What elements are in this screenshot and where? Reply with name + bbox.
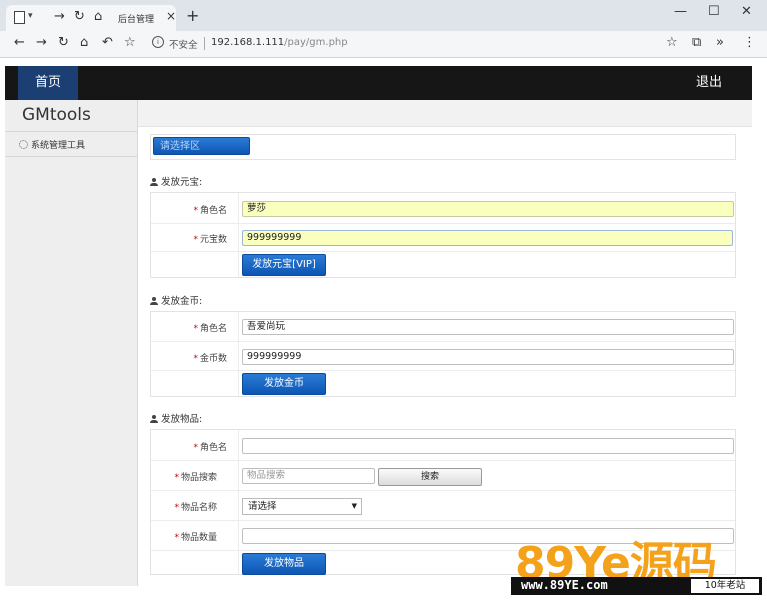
row-divider <box>151 223 735 224</box>
star-icon[interactable]: ☆ <box>124 35 136 50</box>
browser-window: ▾ → ↻ ⌂ 后台管理 × + — ☐ ✕ ← → ↻ ⌂ ↶ ☆ i 不安全… <box>0 0 767 600</box>
watermark-url: www.89YE.com <box>521 578 608 592</box>
content-header <box>138 100 752 127</box>
address-toolbar: ← → ↻ ⌂ ↶ ☆ i 不安全 192.168.1.111/pay/gm.p… <box>0 31 767 58</box>
user-icon <box>150 415 158 423</box>
column-divider <box>238 312 239 396</box>
gear-icon <box>19 140 28 149</box>
chevron-down-icon: ▼ <box>351 502 357 510</box>
column-divider <box>238 430 239 574</box>
brand-logo: GMtools <box>22 105 91 125</box>
crop-icon[interactable]: ⧉ <box>692 35 701 50</box>
items-qty-label: * 物品数量 <box>174 533 217 543</box>
user-icon <box>150 297 158 305</box>
row-divider <box>151 520 735 521</box>
gold-form: * 角色名 吾爱尚玩 * 金币数 999999999 发放金币 <box>150 311 736 397</box>
items-search-button[interactable]: 搜索 <box>378 468 482 486</box>
nav-home[interactable]: 首页 <box>18 66 78 100</box>
server-select-box: 请选择区 <box>150 134 736 160</box>
yuanbao-form: * 角色名 萝莎 * 元宝数 999999999 发放元宝[VIP] <box>150 192 736 278</box>
yuanbao-amount-input[interactable]: 999999999 <box>242 230 733 246</box>
items-name-select[interactable]: 请选择 ▼ <box>242 498 362 515</box>
window-close-icon[interactable]: ✕ <box>741 4 752 19</box>
items-role-label: * 角色名 <box>193 443 227 453</box>
sidebar-divider <box>5 156 137 157</box>
sidebar-item-label: 系统管理工具 <box>31 141 86 151</box>
menu-icon[interactable]: ⋮ <box>743 35 756 50</box>
yuanbao-role-label: * 角色名 <box>193 206 227 216</box>
section-title-items: 发放物品: <box>150 411 202 425</box>
url-field[interactable]: 192.168.1.111/pay/gm.php <box>211 37 348 48</box>
gold-amount-input[interactable]: 999999999 <box>242 349 734 365</box>
minimize-icon[interactable]: — <box>674 4 687 19</box>
tab-dropdown-icon[interactable]: ▾ <box>28 11 33 21</box>
tab-forward-icon[interactable]: → <box>54 9 65 24</box>
undo-icon[interactable]: ↶ <box>102 35 113 50</box>
send-yuanbao-button[interactable]: 发放元宝[VIP] <box>242 254 326 276</box>
row-divider <box>151 490 735 491</box>
home-icon[interactable]: ⌂ <box>80 35 88 50</box>
row-divider <box>151 370 735 371</box>
chevron-icon[interactable]: » <box>716 35 724 50</box>
info-icon[interactable]: i <box>152 36 164 48</box>
reload-icon[interactable]: ↻ <box>58 35 69 50</box>
server-select-button[interactable]: 请选择区 <box>153 137 250 155</box>
gold-amount-label: * 金币数 <box>193 354 227 364</box>
row-divider <box>151 251 735 252</box>
maximize-icon[interactable]: ☐ <box>708 4 720 19</box>
column-divider <box>238 193 239 277</box>
row-divider <box>151 341 735 342</box>
tab-reload-icon[interactable]: ↻ <box>74 9 85 24</box>
bookmark-star-icon[interactable]: ☆ <box>666 35 678 50</box>
logout-link[interactable]: 退出 <box>696 66 722 100</box>
url-path: /pay/gm.php <box>284 37 348 48</box>
title-bar: ▾ → ↻ ⌂ 后台管理 × + — ☐ ✕ <box>0 0 767 31</box>
new-tab-icon[interactable]: + <box>186 6 199 25</box>
items-name-label: * 物品名称 <box>174 503 217 513</box>
sidebar-divider <box>5 131 137 132</box>
document-icon <box>14 11 25 24</box>
watermark: 89Ye源码 www.89YE.com 10年老站 <box>511 527 762 597</box>
row-divider <box>151 460 735 461</box>
items-role-input[interactable] <box>242 438 734 454</box>
watermark-tag: 10年老站 <box>691 579 759 593</box>
sidebar: GMtools 系统管理工具 <box>5 100 138 586</box>
items-search-input[interactable]: 物品搜索 <box>242 468 375 484</box>
gold-role-label: * 角色名 <box>193 324 227 334</box>
items-name-select-value: 请选择 <box>248 501 277 512</box>
back-icon[interactable]: ← <box>14 35 25 50</box>
page: 首页 退出 GMtools 系统管理工具 请选择区 发放元宝: * 角色名 萝莎 … <box>5 66 752 586</box>
address-separator <box>204 37 205 50</box>
section-title-yuanbao: 发放元宝: <box>150 174 202 188</box>
user-icon <box>150 178 158 186</box>
tab-title: 后台管理 <box>118 15 155 25</box>
sidebar-item-system-tools[interactable]: 系统管理工具 <box>19 138 85 151</box>
section-title-gold: 发放金币: <box>150 293 202 307</box>
yuanbao-amount-label: * 元宝数 <box>193 235 227 245</box>
send-gold-button[interactable]: 发放金币 <box>242 373 326 395</box>
top-nav: 首页 退出 <box>5 66 752 100</box>
url-host: 192.168.1.111 <box>211 37 285 48</box>
browser-tab[interactable]: ▾ → ↻ ⌂ 后台管理 × <box>6 5 176 31</box>
tab-home-icon[interactable]: ⌂ <box>94 9 102 24</box>
send-items-button[interactable]: 发放物品 <box>242 553 326 575</box>
gold-role-input[interactable]: 吾爱尚玩 <box>242 319 734 335</box>
items-search-label: * 物品搜索 <box>174 473 217 483</box>
forward-icon[interactable]: → <box>36 35 47 50</box>
insecure-label: 不安全 <box>169 40 198 51</box>
tab-close-icon[interactable]: × <box>166 9 176 23</box>
yuanbao-role-input[interactable]: 萝莎 <box>242 201 734 217</box>
